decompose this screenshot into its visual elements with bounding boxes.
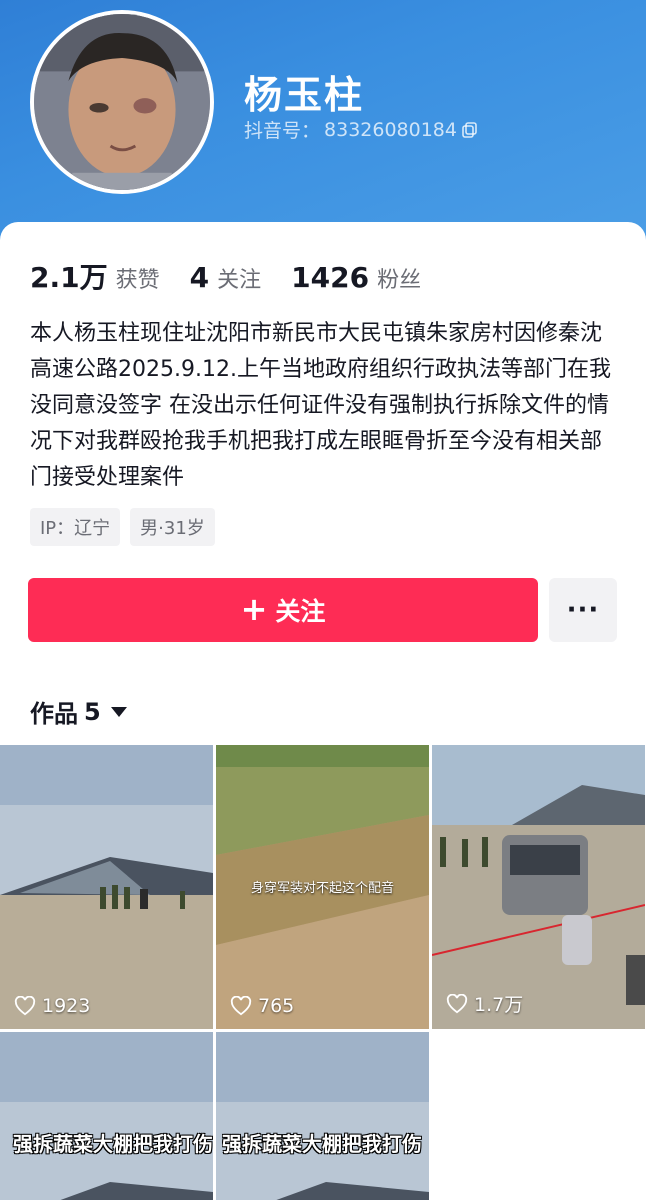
video-thumbnail[interactable]: 1923 bbox=[0, 745, 213, 1029]
stat-following-label: 关注 bbox=[217, 268, 262, 293]
avatar[interactable] bbox=[30, 10, 214, 194]
stat-following[interactable]: 4 关注 bbox=[190, 261, 262, 294]
douyin-id-label: 抖音号： bbox=[244, 120, 321, 142]
profile-tags: IP：辽宁 男·31岁 bbox=[30, 508, 215, 546]
profile-card: 2.1万 获赞 4 关注 1426 粉丝 本人杨玉柱现住址沈阳市新民市大民屯镇朱… bbox=[0, 222, 646, 1200]
tab-works[interactable]: 作品 5 bbox=[30, 694, 127, 729]
thumbnail-image bbox=[0, 1032, 213, 1200]
stat-followers-value: 1426 bbox=[291, 261, 370, 294]
follow-button[interactable]: + 关注 bbox=[28, 578, 538, 642]
caret-down-icon bbox=[110, 706, 127, 717]
heart-icon bbox=[446, 993, 468, 1013]
video-thumbnail[interactable]: 身穿军装对不起这个配音 765 bbox=[216, 745, 429, 1029]
like-count-value: 765 bbox=[258, 995, 295, 1017]
copy-icon[interactable] bbox=[461, 121, 479, 139]
stats-row: 2.1万 获赞 4 关注 1426 粉丝 bbox=[30, 256, 451, 296]
tab-works-label: 作品 bbox=[30, 700, 78, 728]
like-count-value: 1.7万 bbox=[474, 994, 524, 1016]
like-count: 1923 bbox=[14, 995, 90, 1017]
stat-likes-value: 2.1万 bbox=[30, 261, 108, 294]
bio-text: 本人杨玉柱现住址沈阳市新民市大民屯镇朱家房村因修秦沈高速公路2025.9.12.… bbox=[30, 321, 611, 490]
video-caption: 强拆蔬菜大棚把我打伤 bbox=[222, 1132, 422, 1156]
nickname: 杨玉柱 bbox=[244, 73, 365, 117]
ip-location-tag: IP：辽宁 bbox=[30, 508, 121, 546]
stat-likes[interactable]: 2.1万 获赞 bbox=[30, 256, 160, 296]
stat-following-value: 4 bbox=[189, 261, 210, 294]
video-caption: 身穿军装对不起这个配音 bbox=[250, 881, 394, 896]
follow-button-label: 关注 bbox=[275, 597, 326, 626]
thumbnail-image bbox=[432, 745, 645, 1029]
video-caption: 强拆蔬菜大棚把我打伤 bbox=[13, 1132, 213, 1156]
douyin-id: 抖音号： 83326080184 bbox=[244, 116, 479, 143]
like-count-value: 1923 bbox=[42, 995, 91, 1017]
video-thumbnail[interactable]: 强拆蔬菜大棚把我打伤 bbox=[216, 1032, 429, 1200]
thumbnail-image bbox=[0, 745, 213, 1029]
heart-icon bbox=[230, 996, 252, 1016]
thumbnail-image bbox=[216, 1032, 429, 1200]
like-count: 1.7万 bbox=[446, 990, 523, 1017]
heart-icon bbox=[14, 996, 36, 1016]
stat-likes-label: 获赞 bbox=[115, 268, 160, 293]
video-thumbnail[interactable]: 1.7万 bbox=[432, 745, 645, 1029]
douyin-id-value: 83326080184 bbox=[324, 118, 457, 141]
like-count: 765 bbox=[230, 995, 294, 1017]
avatar-image bbox=[34, 14, 210, 190]
more-icon: ··· bbox=[566, 595, 600, 625]
stat-followers-label: 粉丝 bbox=[377, 268, 422, 293]
video-thumbnail[interactable]: 强拆蔬菜大棚把我打伤 bbox=[0, 1032, 213, 1200]
gender-age-tag: 男·31岁 bbox=[130, 508, 215, 546]
tab-works-count: 5 bbox=[84, 697, 101, 726]
stat-followers[interactable]: 1426 粉丝 bbox=[291, 261, 421, 294]
more-options-button[interactable]: ··· bbox=[549, 578, 617, 642]
plus-icon: + bbox=[240, 589, 268, 628]
